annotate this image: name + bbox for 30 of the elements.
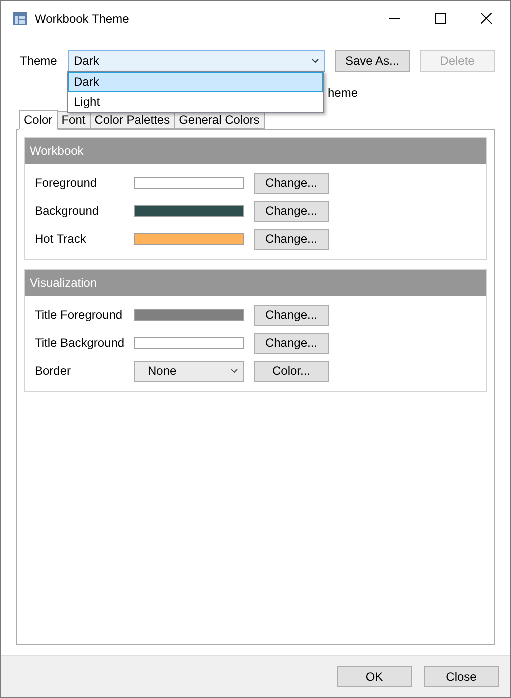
window-title: Workbook Theme — [35, 10, 130, 28]
row-label: Hot Track — [35, 231, 88, 248]
color-button[interactable]: Color... — [254, 360, 329, 382]
change-button[interactable]: Change... — [254, 304, 329, 326]
row-label: Title Background — [35, 335, 126, 352]
section-header: Visualization — [25, 270, 486, 296]
change-button[interactable]: Change... — [254, 172, 329, 194]
ok-button[interactable]: OK — [337, 666, 412, 687]
border-dropdown[interactable]: None — [134, 360, 244, 382]
row-label: Foreground — [35, 175, 98, 192]
row-label: Border — [35, 363, 72, 380]
row-label: Background — [35, 203, 100, 220]
change-button[interactable]: Change... — [254, 200, 329, 222]
maximize-icon[interactable] — [435, 13, 446, 24]
close-button[interactable]: Close — [424, 666, 499, 687]
dropdown-option[interactable]: Light — [68, 92, 323, 112]
tab[interactable]: Color — [19, 110, 58, 130]
change-button[interactable]: Change... — [254, 332, 329, 354]
close-icon[interactable] — [481, 13, 492, 24]
change-button[interactable]: Change... — [254, 228, 329, 250]
save-as-button[interactable]: Save As... — [335, 50, 410, 72]
theme-label: Theme — [19, 52, 58, 70]
row-label: Title Foreground — [35, 307, 124, 324]
theme-dropdown[interactable]: Dark — [68, 50, 325, 72]
dropdown-option[interactable]: Dark — [68, 72, 323, 92]
section-header: Workbook — [25, 138, 486, 164]
chevron-icon — [231, 369, 238, 373]
app-icon — [13, 12, 27, 25]
chevron-icon — [312, 58, 319, 62]
covered-text: heme — [328, 84, 358, 102]
